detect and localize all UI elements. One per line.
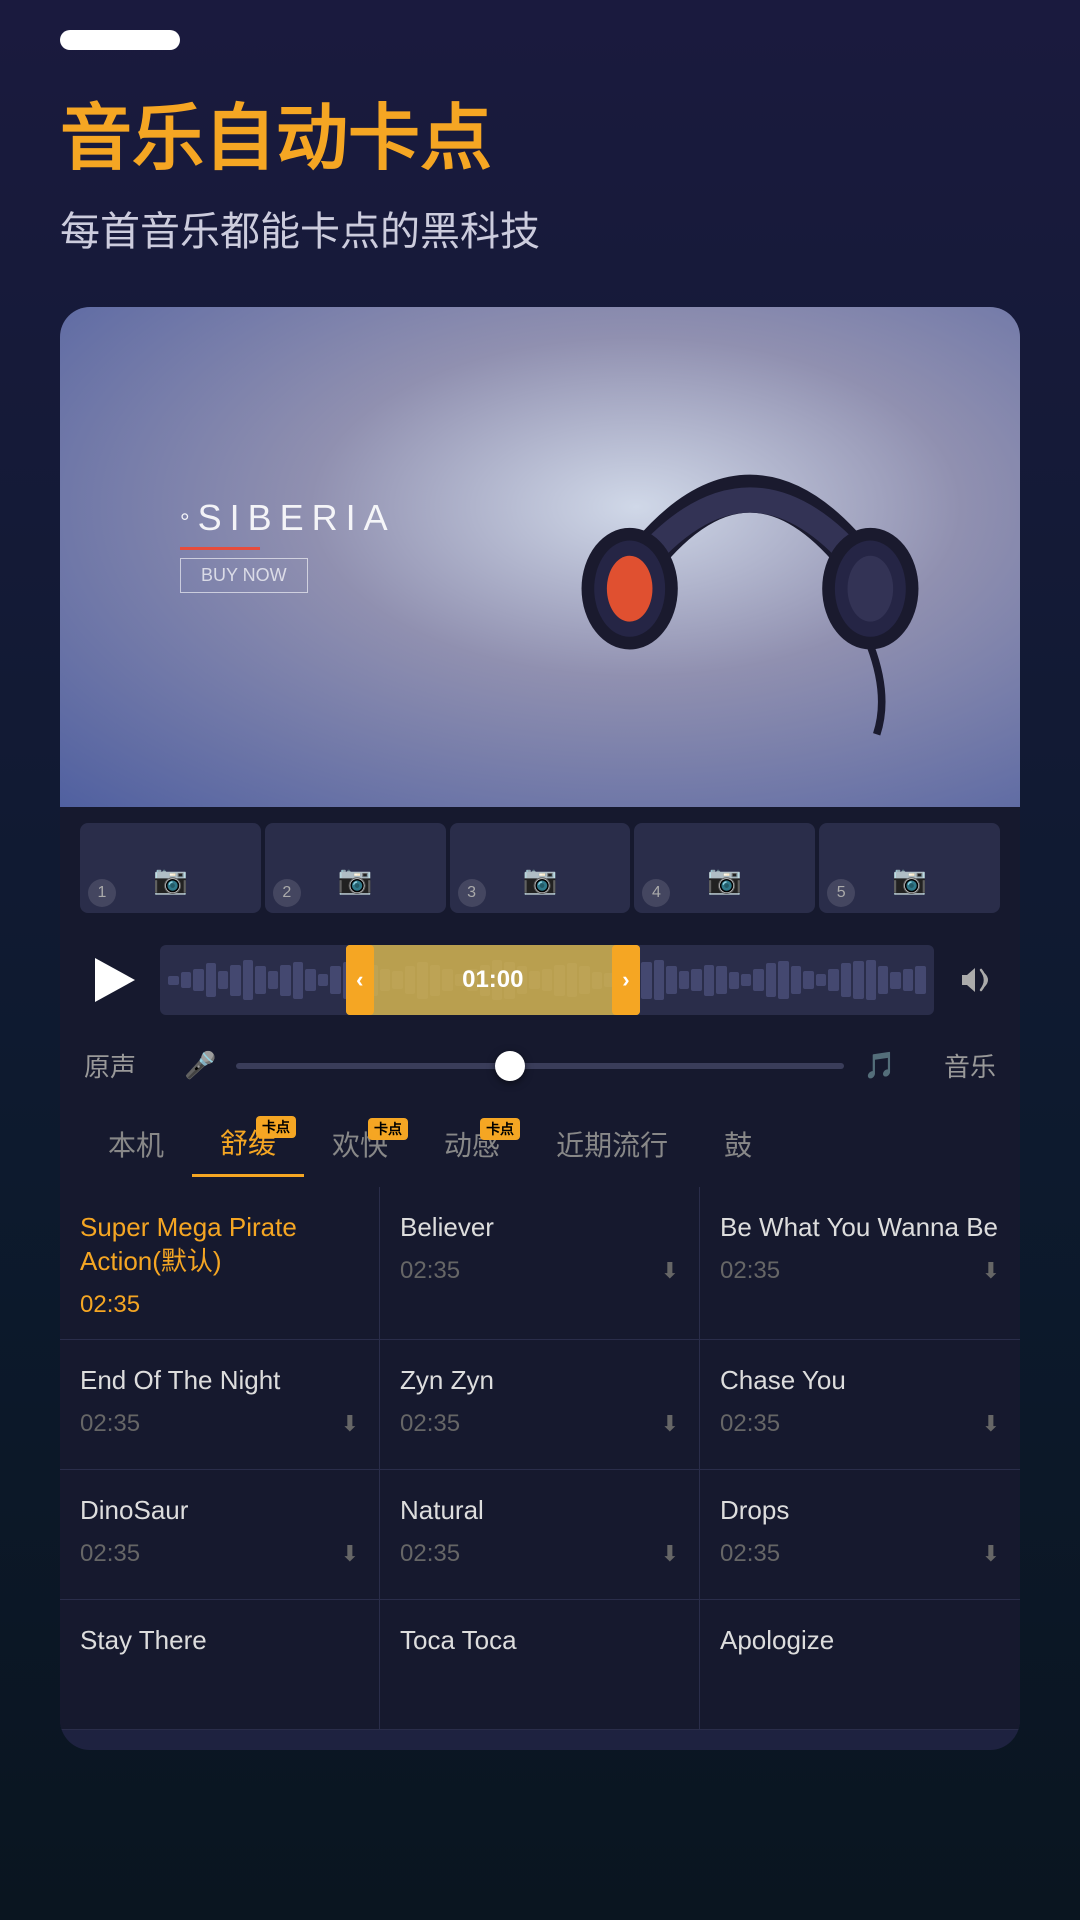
download-icon[interactable]: ⬇	[341, 1411, 359, 1437]
music-title: Stay There	[80, 1624, 359, 1658]
music-duration: 02:35	[720, 1257, 780, 1285]
microphone-icon: 🎤	[184, 1050, 216, 1081]
video-background: °SIBERIA BUY NOW	[60, 307, 1020, 807]
music-title: Be What You Wanna Be	[720, 1211, 1000, 1245]
music-cell[interactable]: Stay There	[60, 1600, 380, 1730]
balance-row: 原声 🎤 🎵 音乐	[60, 1031, 1020, 1100]
music-cell[interactable]: End Of The Night 02:35 ⬇	[60, 1340, 380, 1470]
music-title: Chase You	[720, 1364, 1000, 1398]
timeline-thumb-2[interactable]: 📷 2	[265, 823, 446, 913]
music-title: End Of The Night	[80, 1364, 359, 1398]
music-duration: 02:35	[720, 1410, 780, 1438]
download-icon[interactable]: ⬇	[982, 1411, 1000, 1437]
thumb-number-4: 4	[642, 879, 670, 907]
music-title: DinoSaur	[80, 1494, 359, 1528]
music-title: Drops	[720, 1494, 1000, 1528]
tab-近期流行[interactable]: 近期流行	[528, 1112, 696, 1176]
timeline-thumb-3[interactable]: 📷 3	[450, 823, 631, 913]
music-cell[interactable]: DinoSaur 02:35 ⬇	[60, 1470, 380, 1600]
music-cell[interactable]: Believer 02:35 ⬇	[380, 1187, 700, 1340]
thumb-number-2: 2	[273, 879, 301, 907]
music-duration: 02:35	[80, 1410, 140, 1438]
music-duration: 02:35	[400, 1257, 460, 1285]
timeline-thumb-5[interactable]: 📷 5	[819, 823, 1000, 913]
waveform-handle-left[interactable]: ‹	[346, 945, 374, 1015]
music-title: Believer	[400, 1211, 679, 1245]
tab-鼓[interactable]: 鼓	[696, 1112, 780, 1176]
volume-icon	[957, 965, 993, 995]
download-icon[interactable]: ⬇	[661, 1541, 679, 1567]
thumb-number-5: 5	[827, 879, 855, 907]
status-pill	[60, 30, 180, 50]
music-title: Toca Toca	[400, 1624, 679, 1658]
waveform-handle-right[interactable]: ›	[612, 945, 640, 1015]
status-bar	[0, 0, 1080, 60]
thumb-number-3: 3	[458, 879, 486, 907]
music-duration: 02:35	[80, 1540, 140, 1568]
balance-thumb[interactable]	[495, 1051, 525, 1081]
tabs-row: 本机舒缓卡点欢快卡点动感卡点近期流行鼓	[60, 1100, 1020, 1187]
download-icon[interactable]: ⬇	[982, 1541, 1000, 1567]
waveform-row: ‹ 01:00 ›	[60, 929, 1020, 1031]
tab-欢快[interactable]: 欢快卡点	[304, 1112, 416, 1176]
music-grid: Super Mega Pirate Action(默认)02:35Believe…	[60, 1187, 1020, 1730]
download-icon[interactable]: ⬇	[341, 1541, 359, 1567]
header: 音乐自动卡点 每首音乐都能卡点的黑科技	[0, 60, 1080, 307]
music-duration: 02:35	[400, 1410, 460, 1438]
music-title: Zyn Zyn	[400, 1364, 679, 1398]
music-cell[interactable]: Apologize	[700, 1600, 1020, 1730]
brand-degree: °	[180, 509, 198, 536]
balance-slider[interactable]	[236, 1063, 843, 1069]
timeline-thumb-1[interactable]: 📷 1	[80, 823, 261, 913]
music-cell[interactable]: Natural 02:35 ⬇	[380, 1470, 700, 1600]
headphone-image	[560, 367, 940, 747]
music-duration: 02:35	[400, 1540, 460, 1568]
music-label: 音乐	[916, 1047, 996, 1084]
brand-line	[180, 547, 260, 550]
music-duration: 02:35	[80, 1291, 140, 1319]
timeline-strip: 📷 1 📷 2 📷 3 📷 4 📷 5	[60, 807, 1020, 929]
thumb-number-1: 1	[88, 879, 116, 907]
music-cell[interactable]: Zyn Zyn 02:35 ⬇	[380, 1340, 700, 1470]
camera-icon-3: 📷	[520, 859, 560, 899]
music-title: Natural	[400, 1494, 679, 1528]
page-title: 音乐自动卡点	[60, 100, 1020, 179]
music-duration: 02:35	[720, 1540, 780, 1568]
main-card: °SIBERIA BUY NOW	[60, 307, 1020, 1750]
camera-icon-5: 📷	[890, 859, 930, 899]
video-preview: °SIBERIA BUY NOW	[60, 307, 1020, 807]
music-cell[interactable]: Be What You Wanna Be 02:35 ⬇	[700, 1187, 1020, 1340]
waveform-current-time: 01:00	[462, 966, 523, 994]
music-cell[interactable]: Chase You 02:35 ⬇	[700, 1340, 1020, 1470]
brand-button[interactable]: BUY NOW	[180, 558, 308, 593]
camera-icon-1: 📷	[150, 859, 190, 899]
voice-label: 原声	[84, 1047, 164, 1084]
music-cell[interactable]: Super Mega Pirate Action(默认) 02:35	[60, 1187, 380, 1340]
tab-本机[interactable]: 本机	[80, 1112, 192, 1176]
music-cell[interactable]: Drops 02:35 ⬇	[700, 1470, 1020, 1600]
waveform-selection[interactable]: ‹ 01:00 ›	[346, 945, 640, 1015]
camera-icon-2: 📷	[335, 859, 375, 899]
download-icon[interactable]: ⬇	[982, 1258, 1000, 1284]
volume-button[interactable]	[950, 955, 1000, 1005]
timeline-thumb-4[interactable]: 📷 4	[634, 823, 815, 913]
music-note-icon: 🎵	[864, 1050, 896, 1081]
download-icon[interactable]: ⬇	[661, 1411, 679, 1437]
music-title: Super Mega Pirate Action(默认)	[80, 1211, 359, 1279]
play-button[interactable]	[80, 948, 144, 1012]
play-icon	[95, 958, 135, 1002]
brand-overlay: °SIBERIA BUY NOW	[180, 497, 396, 593]
brand-name: °SIBERIA	[180, 497, 396, 539]
music-title: Apologize	[720, 1624, 1000, 1658]
music-cell[interactable]: Toca Toca	[380, 1600, 700, 1730]
page-subtitle: 每首音乐都能卡点的黑科技	[60, 199, 1020, 257]
waveform-container[interactable]: ‹ 01:00 ›	[160, 945, 934, 1015]
tab-舒缓[interactable]: 舒缓卡点	[192, 1110, 304, 1177]
camera-icon-4: 📷	[705, 859, 745, 899]
tab-动感[interactable]: 动感卡点	[416, 1112, 528, 1176]
download-icon[interactable]: ⬇	[661, 1258, 679, 1284]
